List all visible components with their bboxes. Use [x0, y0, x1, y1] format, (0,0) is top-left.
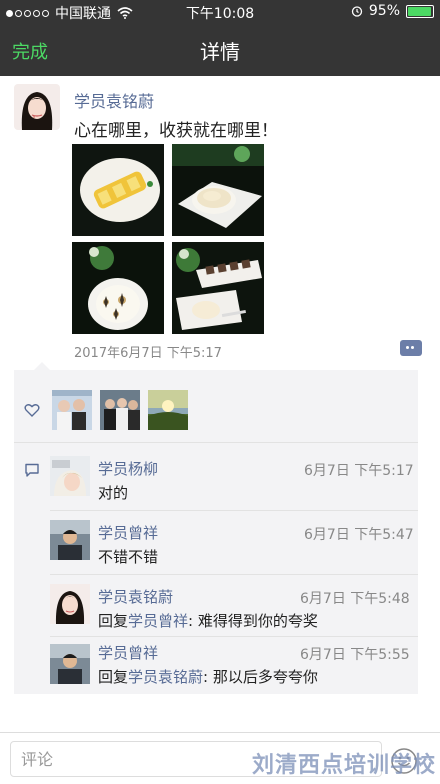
reply-text: : 难得得到你的夸奖	[188, 612, 318, 630]
comment-icon	[25, 463, 39, 477]
post-photo-2[interactable]	[172, 144, 264, 236]
comment-time: 6月7日 下午5:17	[304, 463, 414, 479]
comment-text: 回复学员袁铭蔚: 那以后多夸夸你	[98, 666, 318, 687]
comment-text: 不错不错	[98, 548, 159, 566]
commenter-name[interactable]: 学员曾祥	[98, 522, 158, 543]
post-timestamp: 2017年6月7日 下午5:17	[74, 346, 222, 361]
commenter-avatar[interactable]	[50, 520, 90, 560]
more-actions-button[interactable]	[400, 340, 422, 356]
alarm-icon	[351, 6, 363, 17]
interaction-panel: 学员杨柳 6月7日 下午5:17 对的 学员曾祥 6月7日 下午5:47 不错不…	[14, 362, 418, 694]
author-avatar[interactable]	[14, 84, 60, 130]
commenter-name[interactable]: 学员曾祥	[98, 642, 158, 663]
comment-time: 6月7日 下午5:48	[300, 591, 410, 607]
reply-target[interactable]: 学员袁铭蔚	[128, 668, 203, 686]
comment-time: 6月7日 下午5:47	[304, 527, 414, 543]
comment-text: 对的	[98, 484, 129, 502]
reply-target[interactable]: 学员曾祥	[128, 612, 188, 630]
page-title: 详情	[200, 40, 240, 64]
post-photo-3[interactable]	[72, 242, 164, 334]
commenter-avatar[interactable]	[50, 456, 90, 496]
reply-text: : 那以后多夸夸你	[203, 668, 318, 686]
comment-time: 6月7日 下午5:55	[300, 647, 410, 663]
battery-icon	[406, 4, 434, 18]
post-photo-1[interactable]	[72, 144, 164, 236]
commenter-name[interactable]: 学员杨柳	[98, 458, 158, 479]
liker-avatar[interactable]	[148, 390, 188, 430]
author-name[interactable]: 学员袁铭蔚	[74, 88, 154, 112]
liker-avatar[interactable]	[52, 390, 92, 430]
commenter-name[interactable]: 学员袁铭蔚	[98, 586, 173, 607]
comment-text: 回复学员曾祥: 难得得到你的夸奖	[98, 610, 318, 631]
commenter-avatar[interactable]	[50, 644, 90, 684]
status-bar: 中国联通 下午10:08 95%	[0, 0, 440, 24]
post-text: 心在哪里，收获就在哪里！	[74, 121, 278, 141]
post-photo-4[interactable]	[172, 242, 264, 334]
liker-avatar[interactable]	[100, 390, 140, 430]
reply-prefix: 回复	[98, 612, 129, 630]
commenter-avatar[interactable]	[50, 584, 90, 624]
battery-percent: 95%	[368, 3, 400, 19]
nav-bar: 完成 详情	[0, 24, 440, 76]
watermark-text: 刘清西点培训学校	[252, 752, 437, 778]
reply-prefix: 回复	[98, 668, 129, 686]
heart-icon	[24, 404, 40, 417]
